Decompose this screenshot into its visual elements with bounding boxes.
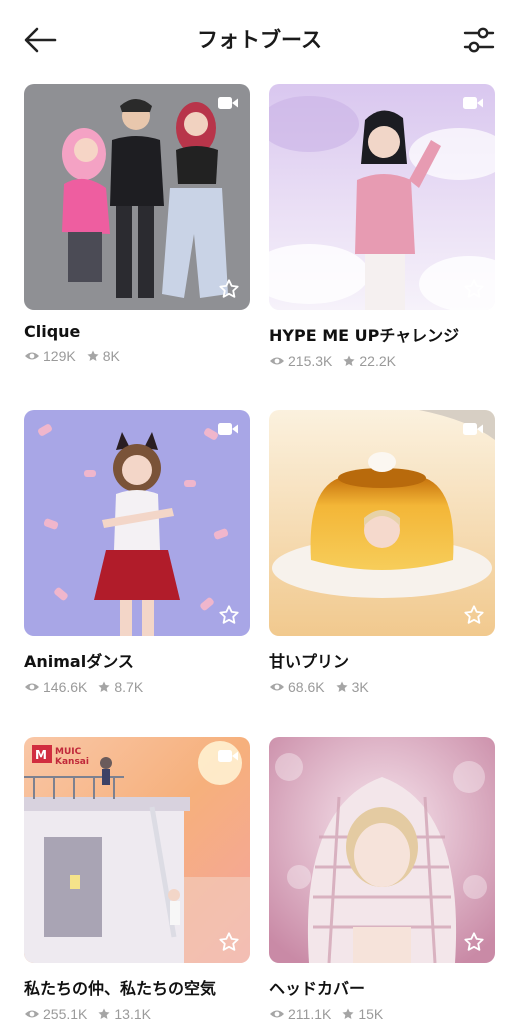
favorite-count: 8K [102,348,120,364]
eye-icon [25,352,39,360]
favorite-count: 8.7K [114,679,144,695]
thumbnail-image [269,410,495,636]
booth-title[interactable]: 甘いプリン [269,648,495,672]
booth-card[interactable]: Clique 129K 8K [24,84,250,364]
thumbnail-image [269,737,495,963]
favorite-star-icon[interactable] [463,931,485,953]
eye-icon [25,683,39,691]
booth-card[interactable]: Animalダンス 146.6K 8.7K [24,410,250,695]
booth-card[interactable]: HYPE ME UPチャレンジ 215.3K 22.2K [269,84,495,369]
eye-icon [270,357,284,365]
favorite-count: 22.2K [359,353,396,369]
booth-stats: 255.1K 13.1K [24,1006,250,1022]
booth-title[interactable]: HYPE ME UPチャレンジ [269,322,495,346]
view-count: 129K [43,348,76,364]
view-count: 146.6K [43,679,88,695]
video-camera-icon [218,750,238,762]
star-count-icon [87,350,99,361]
star-count-icon [342,1008,354,1019]
booth-stats: 146.6K 8.7K [24,679,250,695]
favorite-star-icon[interactable] [463,278,485,300]
booth-title[interactable]: Clique [24,322,250,341]
video-camera-icon [463,97,483,109]
filter-sliders-icon[interactable] [462,24,496,56]
view-count: 211.1K [288,1006,332,1022]
booth-stats: 68.6K 3K [269,679,495,695]
thumbnail-image: M MUIC Kansai [24,737,250,963]
favorite-count: 13.1K [114,1006,151,1022]
favorite-star-icon[interactable] [218,931,240,953]
booth-thumbnail[interactable] [269,737,495,963]
booth-card[interactable]: ヘッドカバー 211.1K 15K [269,737,495,1022]
video-camera-icon [463,423,483,435]
page-title: フォトブース [197,28,322,52]
favorite-count: 3K [351,679,369,695]
booth-thumbnail[interactable] [24,84,250,310]
brand-logo-text: MUIC [55,747,82,757]
top-bar: フォトブース [0,0,519,80]
thumbnail-image [24,410,250,636]
booth-card[interactable]: 甘いプリン 68.6K 3K [269,410,495,695]
eye-icon [270,1010,284,1018]
eye-icon [25,1010,39,1018]
favorite-star-icon[interactable] [463,604,485,626]
booth-title[interactable]: Animalダンス [24,648,250,672]
eye-icon [270,683,284,691]
video-camera-icon [218,97,238,109]
star-count-icon [98,1008,110,1019]
favorite-star-icon[interactable] [218,278,240,300]
booth-title[interactable]: ヘッドカバー [269,975,495,999]
booth-stats: 211.1K 15K [269,1006,495,1022]
thumbnail-image [269,84,495,310]
view-count: 255.1K [43,1006,88,1022]
booth-title[interactable]: 私たちの仲、私たちの空気 [24,975,250,999]
booth-stats: 215.3K 22.2K [269,353,495,369]
booth-thumbnail[interactable] [24,410,250,636]
svg-text:M: M [35,748,47,762]
booth-thumbnail[interactable]: M MUIC Kansai [24,737,250,963]
view-count: 68.6K [288,679,325,695]
booth-thumbnail[interactable] [269,410,495,636]
favorite-count: 15K [358,1006,384,1022]
favorite-star-icon[interactable] [218,604,240,626]
star-count-icon [343,355,355,366]
svg-text:Kansai: Kansai [55,757,89,767]
booth-card[interactable]: M MUIC Kansai 私たちの仲、私たちの空気 255.1K 13.1K [24,737,250,1022]
thumbnail-image [24,84,250,310]
booth-thumbnail[interactable] [269,84,495,310]
view-count: 215.3K [288,353,333,369]
star-count-icon [98,681,110,692]
booth-stats: 129K 8K [24,348,250,364]
video-camera-icon [218,423,238,435]
star-count-icon [336,681,348,692]
